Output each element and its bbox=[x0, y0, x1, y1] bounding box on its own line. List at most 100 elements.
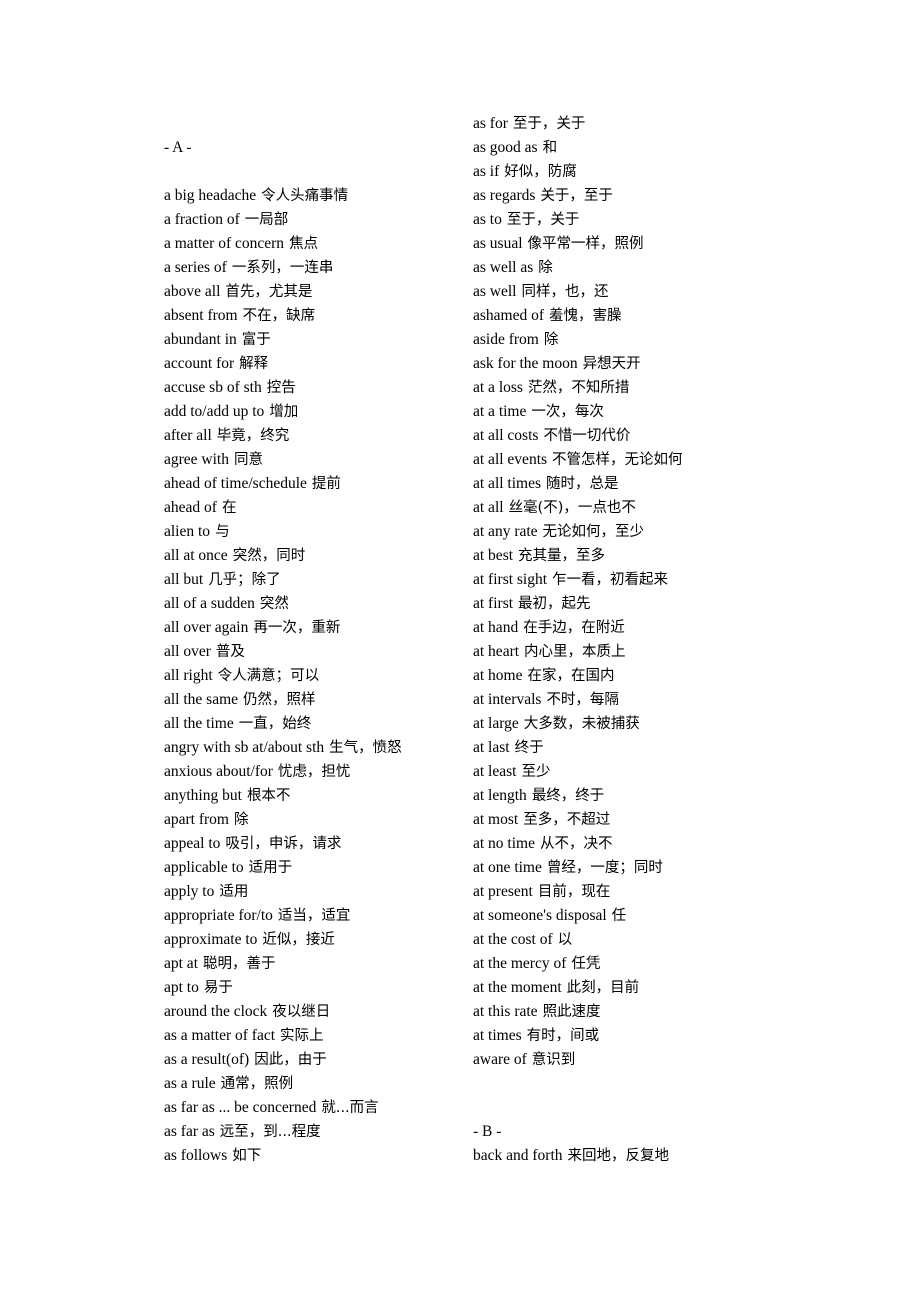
entry-term: approximate to bbox=[164, 931, 258, 948]
entry-gloss: 突然，同时 bbox=[232, 548, 306, 564]
entry-term: at least bbox=[473, 763, 517, 780]
entry-gloss: 令人头痛事情 bbox=[261, 188, 349, 204]
entry-gloss: 不在，缺席 bbox=[242, 308, 316, 324]
entry-term: alien to bbox=[164, 523, 211, 540]
section-heading-a: - A - bbox=[164, 139, 192, 156]
entry-term: at any rate bbox=[473, 523, 538, 540]
entry-gloss: 有时，间或 bbox=[526, 1028, 600, 1044]
left-column-entry: as far as ... be concerned 就...而言 bbox=[164, 1096, 464, 1120]
entry-gloss: 通常，照例 bbox=[220, 1076, 294, 1092]
entry-term: anxious about/for bbox=[164, 763, 273, 780]
right-column-entry: at large 大多数，未被捕获 bbox=[473, 712, 793, 736]
entry-term: as well as bbox=[473, 259, 534, 276]
entry-term: above all bbox=[164, 283, 221, 300]
entry-term: ahead of time/schedule bbox=[164, 475, 307, 492]
left-column-entry-list: a big headache 令人头痛事情 a fraction of 一局部 a ma… bbox=[164, 184, 464, 1168]
entry-gloss: 照此速度 bbox=[542, 1004, 601, 1020]
section-b-entry: back and forth 来回地，反复地 bbox=[473, 1144, 793, 1168]
entry-term: as good as bbox=[473, 139, 538, 156]
entry-term: after all bbox=[164, 427, 212, 444]
entry-term: ahead of bbox=[164, 499, 217, 516]
right-column-entry: as to 至于，关于 bbox=[473, 208, 793, 232]
entry-gloss: 控告 bbox=[266, 380, 296, 396]
entry-term: anything but bbox=[164, 787, 242, 804]
entry-gloss: 根本不 bbox=[246, 788, 291, 804]
entry-gloss: 一次，每次 bbox=[531, 404, 604, 420]
entry-term: absent from bbox=[164, 307, 238, 324]
entry-gloss: 无论如何，至少 bbox=[542, 524, 645, 540]
left-column-entry: agree with 同意 bbox=[164, 448, 464, 472]
left-column: - A - a big headache 令人头痛事情 a fraction of 一… bbox=[164, 136, 464, 1168]
right-column-entry: as if 好似，防腐 bbox=[473, 160, 793, 184]
right-column-entry: at someone's disposal 任 bbox=[473, 904, 793, 928]
entry-term: all the same bbox=[164, 691, 239, 708]
entry-gloss: 最初，起先 bbox=[518, 596, 591, 612]
entry-term: a fraction of bbox=[164, 211, 240, 228]
entry-gloss: 羞愧，害臊 bbox=[549, 308, 622, 324]
right-column-entry: at length 最终，终于 bbox=[473, 784, 793, 808]
entry-term: at all costs bbox=[473, 427, 539, 444]
right-column-entry: aside from 除 bbox=[473, 328, 793, 352]
right-column-entry: at best 充其量，至多 bbox=[473, 544, 793, 568]
entry-term: at first sight bbox=[473, 571, 548, 588]
right-column-entry: at first 最初，起先 bbox=[473, 592, 793, 616]
entry-gloss: 乍一看，初看起来 bbox=[552, 572, 669, 588]
right-column-entry: at all times 随时，总是 bbox=[473, 472, 793, 496]
entry-gloss: 来回地，反复地 bbox=[567, 1148, 670, 1164]
entry-gloss: 曾经，一度；同时 bbox=[546, 860, 663, 876]
entry-term: at last bbox=[473, 739, 510, 756]
entry-term: apt to bbox=[164, 979, 199, 996]
entry-gloss: 内心里，本质上 bbox=[524, 644, 626, 660]
entry-gloss: 除 bbox=[233, 812, 249, 828]
left-column-entry: all the same 仍然，照样 bbox=[164, 688, 464, 712]
entry-gloss: 同样，也，还 bbox=[521, 284, 609, 300]
entry-gloss: 聪明，善于 bbox=[203, 956, 276, 972]
entry-gloss: 富于 bbox=[241, 332, 271, 348]
entry-gloss: 任凭 bbox=[571, 956, 601, 972]
entry-term: accuse sb of sth bbox=[164, 379, 262, 396]
section-b-entry-list: back and forth 来回地，反复地 bbox=[473, 1144, 793, 1168]
entry-gloss: 远至，到...程度 bbox=[219, 1124, 321, 1140]
entry-term: at length bbox=[473, 787, 527, 804]
entry-gloss: 从不，决不 bbox=[540, 836, 613, 852]
entry-term: at large bbox=[473, 715, 519, 732]
entry-term: as a matter of fact bbox=[164, 1027, 276, 1044]
entry-term: at all times bbox=[473, 475, 542, 492]
entry-term: all but bbox=[164, 571, 204, 588]
left-column-entry: all of a sudden 突然 bbox=[164, 592, 464, 616]
right-column-entry: at first sight 乍一看，初看起来 bbox=[473, 568, 793, 592]
entry-gloss: 充其量，至多 bbox=[518, 548, 606, 564]
entry-term: apart from bbox=[164, 811, 229, 828]
entry-gloss: 提前 bbox=[311, 476, 341, 492]
left-column-entry: alien to 与 bbox=[164, 520, 464, 544]
left-column-entry: anxious about/for 忧虑，担忧 bbox=[164, 760, 464, 784]
entry-term: at the moment bbox=[473, 979, 562, 996]
right-column-entry: at present 目前，现在 bbox=[473, 880, 793, 904]
entry-gloss: 近似，接近 bbox=[262, 932, 335, 948]
entry-gloss: 终于 bbox=[514, 740, 544, 756]
entry-gloss: 生气，愤怒 bbox=[329, 740, 402, 756]
entry-gloss: 解释 bbox=[239, 356, 269, 372]
right-column-entry: aware of 意识到 bbox=[473, 1048, 793, 1072]
entry-term: at all events bbox=[473, 451, 548, 468]
entry-gloss: 忧虑，担忧 bbox=[277, 764, 351, 780]
left-column-entry: all the time 一直，始终 bbox=[164, 712, 464, 736]
left-column-entry: ahead of 在 bbox=[164, 496, 464, 520]
entry-term: all at once bbox=[164, 547, 228, 564]
left-column-entry: all over 普及 bbox=[164, 640, 464, 664]
entry-term: apt at bbox=[164, 955, 198, 972]
entry-term: as a rule bbox=[164, 1075, 216, 1092]
left-column-entry: as a result(of) 因此，由于 bbox=[164, 1048, 464, 1072]
entry-term: account for bbox=[164, 355, 235, 372]
entry-gloss: 茫然，不知所措 bbox=[527, 380, 630, 396]
entry-term: as far as bbox=[164, 1123, 215, 1140]
entry-term: apply to bbox=[164, 883, 215, 900]
entry-gloss: 适当，适宜 bbox=[277, 908, 351, 924]
entry-term: at one time bbox=[473, 859, 542, 876]
right-column-entry: at all 丝毫(不)，一点也不 bbox=[473, 496, 793, 520]
entry-gloss: 毕竟，终究 bbox=[216, 428, 290, 444]
entry-gloss: 一直，始终 bbox=[238, 716, 312, 732]
right-column-entry: at this rate 照此速度 bbox=[473, 1000, 793, 1024]
entry-term: a series of bbox=[164, 259, 227, 276]
entry-term: all right bbox=[164, 667, 213, 684]
